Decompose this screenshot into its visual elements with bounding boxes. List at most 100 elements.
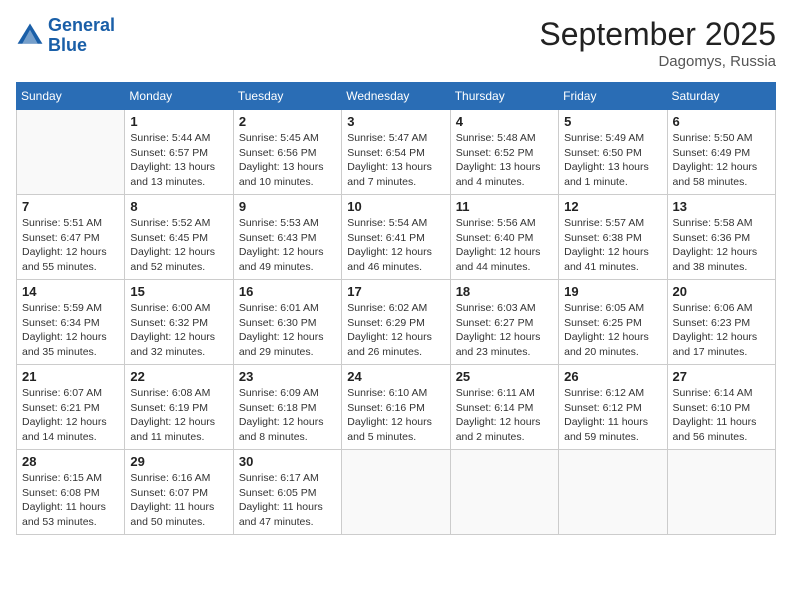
sunrise-text: Sunrise: 6:15 AM [22,471,119,486]
day-number: 6 [673,114,770,129]
sunset-text: Sunset: 6:38 PM [564,231,661,246]
sunset-text: Sunset: 6:30 PM [239,316,336,331]
daylight-text: Daylight: 12 hours and 29 minutes. [239,330,336,359]
sunrise-text: Sunrise: 6:09 AM [239,386,336,401]
day-number: 10 [347,199,444,214]
daylight-text: Daylight: 12 hours and 26 minutes. [347,330,444,359]
sunset-text: Sunset: 6:21 PM [22,401,119,416]
day-number: 9 [239,199,336,214]
month-title: September 2025 [539,16,776,53]
calendar-cell: 2Sunrise: 5:45 AMSunset: 6:56 PMDaylight… [233,110,341,195]
calendar-cell: 10Sunrise: 5:54 AMSunset: 6:41 PMDayligh… [342,195,450,280]
sunset-text: Sunset: 6:40 PM [456,231,553,246]
day-info: Sunrise: 6:15 AMSunset: 6:08 PMDaylight:… [22,471,119,530]
calendar-cell: 9Sunrise: 5:53 AMSunset: 6:43 PMDaylight… [233,195,341,280]
sunrise-text: Sunrise: 6:07 AM [22,386,119,401]
day-info: Sunrise: 5:45 AMSunset: 6:56 PMDaylight:… [239,131,336,190]
sunrise-text: Sunrise: 5:56 AM [456,216,553,231]
sunset-text: Sunset: 6:12 PM [564,401,661,416]
sunrise-text: Sunrise: 6:17 AM [239,471,336,486]
week-row-2: 7Sunrise: 5:51 AMSunset: 6:47 PMDaylight… [17,195,776,280]
sunset-text: Sunset: 6:07 PM [130,486,227,501]
daylight-text: Daylight: 11 hours and 50 minutes. [130,500,227,529]
weekday-header-monday: Monday [125,83,233,110]
daylight-text: Daylight: 12 hours and 8 minutes. [239,415,336,444]
sunrise-text: Sunrise: 5:58 AM [673,216,770,231]
sunrise-text: Sunrise: 6:10 AM [347,386,444,401]
sunset-text: Sunset: 6:25 PM [564,316,661,331]
daylight-text: Daylight: 11 hours and 59 minutes. [564,415,661,444]
day-info: Sunrise: 6:10 AMSunset: 6:16 PMDaylight:… [347,386,444,445]
calendar-cell: 13 Sunrise: 5:58 AMSunset: 6:36 PMDayligh… [667,195,775,280]
calendar-cell: 16 Sunrise: 6:01 AMSunset: 6:30 PMDayligh… [233,280,341,365]
daylight-text: Daylight: 12 hours and 41 minutes. [564,245,661,274]
day-info: Sunrise: 6:11 AMSunset: 6:14 PMDaylight:… [456,386,553,445]
sunrise-text: Sunrise: 6:00 AM [130,301,227,316]
day-info: Sunrise: 6:05 AMSunset: 6:25 PMDaylight:… [564,301,661,360]
sunrise-text: Sunrise: 6:06 AM [673,301,770,316]
sunrise-text: Sunrise: 6:12 AM [564,386,661,401]
calendar-cell: 24Sunrise: 6:10 AMSunset: 6:16 PMDayligh… [342,365,450,450]
sunrise-text: Sunrise: 6:02 AM [347,301,444,316]
day-info: Sunrise: 5:58 AMSunset: 6:36 PMDaylight:… [673,216,770,275]
daylight-text: Daylight: 11 hours and 56 minutes. [673,415,770,444]
daylight-text: Daylight: 11 hours and 47 minutes. [239,500,336,529]
sunrise-text: Sunrise: 5:47 AM [347,131,444,146]
calendar-cell: 22Sunrise: 6:08 AMSunset: 6:19 PMDayligh… [125,365,233,450]
day-number: 20 [673,284,770,299]
calendar-cell [667,450,775,535]
calendar-cell: 30Sunrise: 6:17 AMSunset: 6:05 PMDayligh… [233,450,341,535]
calendar-cell [450,450,558,535]
day-number: 13 [673,199,770,214]
sunrise-text: Sunrise: 6:03 AM [456,301,553,316]
day-info: Sunrise: 6:08 AMSunset: 6:19 PMDaylight:… [130,386,227,445]
calendar-table: SundayMondayTuesdayWednesdayThursdayFrid… [16,82,776,535]
day-info: Sunrise: 5:44 AMSunset: 6:57 PMDaylight:… [130,131,227,190]
day-info: Sunrise: 6:12 AMSunset: 6:12 PMDaylight:… [564,386,661,445]
week-row-4: 21Sunrise: 6:07 AMSunset: 6:21 PMDayligh… [17,365,776,450]
sunrise-text: Sunrise: 5:54 AM [347,216,444,231]
sunrise-text: Sunrise: 5:59 AM [22,301,119,316]
week-row-3: 14Sunrise: 5:59 AMSunset: 6:34 PMDayligh… [17,280,776,365]
logo-icon [16,22,44,50]
calendar-cell: 12Sunrise: 5:57 AMSunset: 6:38 PMDayligh… [559,195,667,280]
sunrise-text: Sunrise: 5:57 AM [564,216,661,231]
day-info: Sunrise: 6:06 AMSunset: 6:23 PMDaylight:… [673,301,770,360]
calendar-cell: 19Sunrise: 6:05 AMSunset: 6:25 PMDayligh… [559,280,667,365]
week-row-1: 1Sunrise: 5:44 AMSunset: 6:57 PMDaylight… [17,110,776,195]
calendar-cell: 5Sunrise: 5:49 AMSunset: 6:50 PMDaylight… [559,110,667,195]
sunset-text: Sunset: 6:41 PM [347,231,444,246]
calendar-cell: 18Sunrise: 6:03 AMSunset: 6:27 PMDayligh… [450,280,558,365]
daylight-text: Daylight: 13 hours and 10 minutes. [239,160,336,189]
logo-text: General Blue [48,16,115,56]
title-block: September 2025 Dagomys, Russia [539,16,776,70]
week-row-5: 28Sunrise: 6:15 AMSunset: 6:08 PMDayligh… [17,450,776,535]
day-number: 16 [239,284,336,299]
calendar-cell: 23Sunrise: 6:09 AMSunset: 6:18 PMDayligh… [233,365,341,450]
daylight-text: Daylight: 12 hours and 5 minutes. [347,415,444,444]
calendar-cell [17,110,125,195]
daylight-text: Daylight: 12 hours and 2 minutes. [456,415,553,444]
day-number: 15 [130,284,227,299]
sunrise-text: Sunrise: 5:53 AM [239,216,336,231]
daylight-text: Daylight: 12 hours and 32 minutes. [130,330,227,359]
day-number: 5 [564,114,661,129]
sunrise-text: Sunrise: 6:01 AM [239,301,336,316]
sunrise-text: Sunrise: 6:11 AM [456,386,553,401]
daylight-text: Daylight: 12 hours and 17 minutes. [673,330,770,359]
calendar-cell: 27Sunrise: 6:14 AMSunset: 6:10 PMDayligh… [667,365,775,450]
calendar-cell: 6Sunrise: 5:50 AMSunset: 6:49 PMDaylight… [667,110,775,195]
calendar-cell [559,450,667,535]
day-number: 25 [456,369,553,384]
daylight-text: Daylight: 12 hours and 35 minutes. [22,330,119,359]
sunset-text: Sunset: 6:47 PM [22,231,119,246]
sunset-text: Sunset: 6:43 PM [239,231,336,246]
sunrise-text: Sunrise: 5:45 AM [239,131,336,146]
day-number: 14 [22,284,119,299]
sunset-text: Sunset: 6:23 PM [673,316,770,331]
sunrise-text: Sunrise: 6:14 AM [673,386,770,401]
sunset-text: Sunset: 6:36 PM [673,231,770,246]
day-number: 11 [456,199,553,214]
sunrise-text: Sunrise: 5:52 AM [130,216,227,231]
sunrise-text: Sunrise: 5:48 AM [456,131,553,146]
